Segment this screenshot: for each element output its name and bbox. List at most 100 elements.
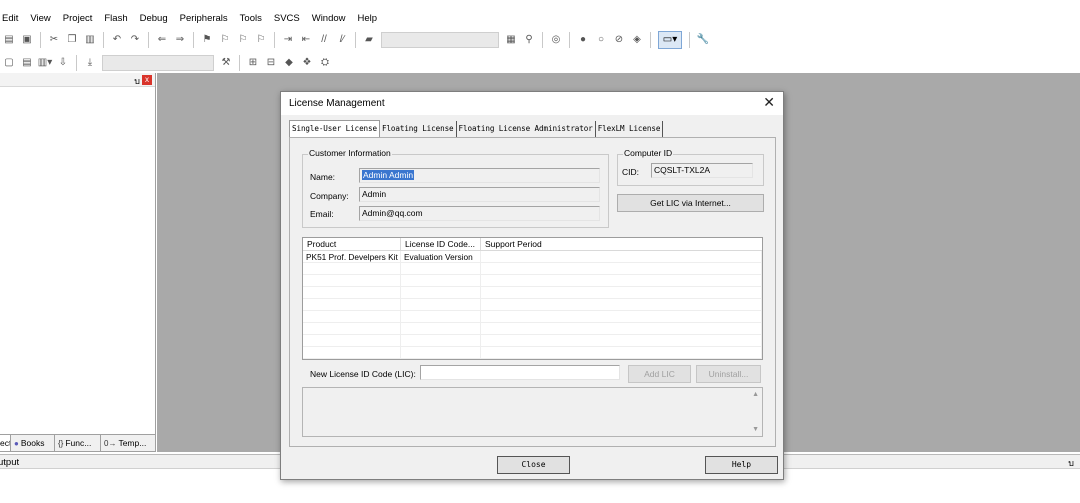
column-license-id-code[interactable]: License ID Code... <box>401 238 481 251</box>
toolbar-separator <box>569 31 570 48</box>
open-file-icon[interactable]: ▤ <box>2 33 16 47</box>
tab-books[interactable]: ● Books <box>11 435 55 451</box>
target-combo[interactable] <box>102 54 214 71</box>
find-in-files-icon[interactable]: ▰ <box>362 33 376 47</box>
email-field[interactable]: Admin@qq.com <box>359 206 600 221</box>
toolbar-separator <box>193 31 194 48</box>
tab-flexlm-license[interactable]: FlexLM License <box>596 121 664 137</box>
uninstall-button[interactable]: Uninstall... <box>696 365 761 383</box>
table-row <box>303 263 762 275</box>
menu-edit[interactable]: Edit <box>0 13 24 24</box>
close-icon[interactable]: x <box>142 75 152 85</box>
toolbar-separator <box>650 31 651 48</box>
scroll-up-icon[interactable]: ▲ <box>752 391 759 398</box>
translate-icon[interactable]: ▢ <box>2 56 16 70</box>
company-field[interactable]: Admin <box>359 187 600 202</box>
rebuild-icon[interactable]: ▥▾ <box>38 56 52 70</box>
uncomment-icon[interactable]: /∕ <box>335 33 349 47</box>
close-icon[interactable]: ✕ <box>763 94 775 111</box>
menu-bar: Edit View Project Flash Debug Peripheral… <box>0 10 1080 27</box>
breakpoint-icon[interactable]: ● <box>576 33 590 47</box>
close-button[interactable]: Close <box>497 456 570 474</box>
target-options-icon[interactable]: ⚒ <box>219 56 233 70</box>
breakpoint-clear-icon[interactable]: ⊘ <box>612 33 626 47</box>
tab-functions-label: Func... <box>65 438 92 448</box>
undo-icon[interactable]: ↶ <box>110 33 124 47</box>
copy-icon[interactable]: ❐ <box>65 33 79 47</box>
computer-id-legend: Computer ID <box>623 148 674 158</box>
window-layout-dropdown[interactable]: ▭▾ <box>658 30 682 49</box>
paste-icon[interactable]: ▥ <box>83 33 97 47</box>
table-row <box>303 323 762 335</box>
tab-project[interactable]: ect <box>0 435 11 451</box>
indent-icon[interactable]: ⇥ <box>281 33 295 47</box>
run-time-env-icon[interactable]: ⛭ <box>318 56 332 70</box>
table-row[interactable]: PK51 Prof. Develpers Kit Evaluation Vers… <box>303 251 762 263</box>
bookmark-next-icon[interactable]: ⚐ <box>236 33 250 47</box>
menu-project[interactable]: Project <box>57 13 99 24</box>
menu-flash[interactable]: Flash <box>98 13 133 24</box>
outdent-icon[interactable]: ⇤ <box>299 33 313 47</box>
toolbar-separator <box>355 31 356 48</box>
toolbar-separator <box>542 31 543 48</box>
toolbar-separator <box>689 31 690 48</box>
menu-window[interactable]: Window <box>306 13 352 24</box>
menu-help[interactable]: Help <box>352 13 384 24</box>
toolbar-separator <box>40 31 41 48</box>
tab-floating-license[interactable]: Floating License <box>380 121 457 137</box>
toolbar-separator <box>103 31 104 48</box>
redo-icon[interactable]: ↷ <box>128 33 142 47</box>
tab-floating-license-administrator[interactable]: Floating License Administrator <box>457 121 596 137</box>
functions-icon: {} <box>58 438 64 448</box>
bookmark-clear-icon[interactable]: ⚐ <box>254 33 268 47</box>
save-all-icon[interactable]: ▣ <box>20 33 34 47</box>
nav-forward-icon[interactable]: ⇒ <box>173 33 187 47</box>
add-lic-button[interactable]: Add LIC <box>628 365 691 383</box>
bookmark-icon[interactable]: ⚑ <box>200 33 214 47</box>
comment-icon[interactable]: // <box>317 33 331 47</box>
name-label: Name: <box>310 172 336 182</box>
breakpoint-disable-icon[interactable]: ○ <box>594 33 608 47</box>
menu-debug[interactable]: Debug <box>134 13 174 24</box>
project-items-icon[interactable]: ⊟ <box>264 56 278 70</box>
menu-peripherals[interactable]: Peripherals <box>174 13 234 24</box>
tab-single-user-license[interactable]: Single-User License <box>289 120 380 138</box>
bookmark-prev-icon[interactable]: ⚐ <box>218 33 232 47</box>
menu-view[interactable]: View <box>24 13 56 24</box>
scroll-down-icon[interactable]: ▼ <box>752 426 759 433</box>
nav-back-icon[interactable]: ⇐ <box>155 33 169 47</box>
tab-project-label: ect <box>0 438 11 448</box>
license-management-dialog: License Management ✕ Single-User License… <box>280 91 784 480</box>
breakpoint-kill-icon[interactable]: ◈ <box>630 33 644 47</box>
build-icon[interactable]: ▤ <box>20 56 34 70</box>
find-combo[interactable] <box>381 31 499 48</box>
menu-svcs[interactable]: SVCS <box>268 13 306 24</box>
cid-field[interactable]: CQSLT-TXL2A <box>651 163 753 178</box>
table-row <box>303 311 762 323</box>
select-pack-icon[interactable]: ◆ <box>282 56 296 70</box>
manage-components-icon[interactable]: ⊞ <box>246 56 260 70</box>
toolbar-separator <box>274 31 275 48</box>
download-icon[interactable]: ⇩ <box>56 56 70 70</box>
pin-icon[interactable]: บ <box>134 74 140 88</box>
find-icon[interactable]: ▦ <box>504 33 518 47</box>
tab-templates[interactable]: 0→ Temp... <box>101 435 155 451</box>
support-period-cell <box>481 251 762 263</box>
new-lic-input[interactable] <box>420 365 620 380</box>
email-label: Email: <box>310 209 334 219</box>
get-lic-via-internet-button[interactable]: Get LIC via Internet... <box>617 194 764 212</box>
help-button[interactable]: Help <box>705 456 778 474</box>
load-icon[interactable]: ⤓ <box>83 56 97 70</box>
cut-icon[interactable]: ✂ <box>47 33 61 47</box>
menu-tools[interactable]: Tools <box>234 13 268 24</box>
incremental-find-icon[interactable]: ⚲ <box>522 33 536 47</box>
name-field[interactable]: Admin Admin <box>359 168 600 183</box>
pack-installer-icon[interactable]: ❖ <box>300 56 314 70</box>
books-icon: ● <box>14 438 19 448</box>
configure-icon[interactable]: 🔧 <box>696 33 710 47</box>
pin-icon[interactable]: บ <box>1068 456 1074 470</box>
tab-functions[interactable]: {} Func... <box>55 435 101 451</box>
column-product[interactable]: Product <box>303 238 401 251</box>
column-support-period[interactable]: Support Period <box>481 238 762 251</box>
zoom-icon[interactable]: ◎ <box>549 33 563 47</box>
